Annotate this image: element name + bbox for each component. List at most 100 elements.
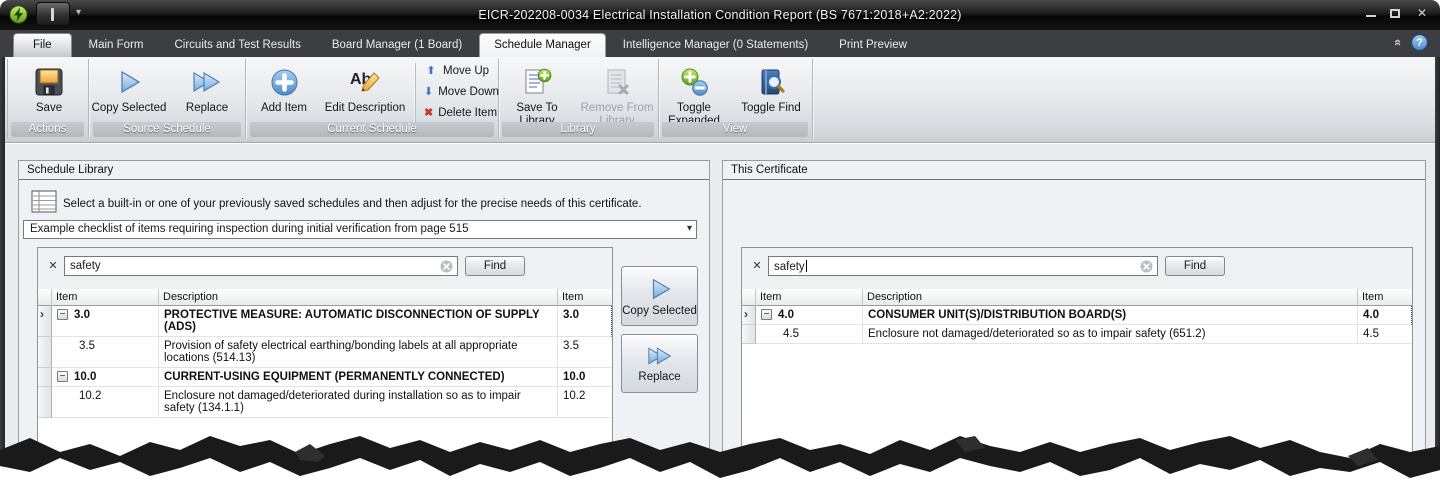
item-cell: 4.0 — [1358, 306, 1412, 325]
quick-access-dropdown-icon[interactable]: ▾ — [76, 7, 81, 18]
find-button[interactable]: Find — [465, 256, 525, 276]
column-header-item[interactable]: Item — [52, 289, 159, 306]
item-cell: 3.0 — [558, 306, 612, 337]
column-header-description[interactable]: Description — [159, 289, 558, 306]
tab-schedule-manager[interactable]: Schedule Manager — [479, 33, 606, 57]
save-to-library-button[interactable]: Save To Library — [501, 62, 573, 128]
description-cell: PROTECTIVE MEASURE: AUTOMATIC DISCONNECT… — [159, 306, 558, 337]
toggle-expanded-button[interactable]: Toggle Expanded — [661, 62, 727, 128]
move-up-button[interactable]: ⬆ Move Up — [424, 63, 493, 79]
double-arrow-right-icon — [647, 347, 671, 365]
item-cell: −4.0 — [756, 306, 863, 325]
ribbon-tab-strip: File Main Form Circuits and Test Results… — [0, 30, 1440, 57]
button-label: Move Down — [438, 86, 499, 98]
clear-input-icon[interactable] — [440, 260, 453, 273]
replace-button[interactable]: Replace — [168, 62, 246, 115]
column-header-selector[interactable] — [742, 289, 756, 306]
button-label: Edit Description — [324, 102, 406, 114]
close-search-icon[interactable]: ✕ — [46, 259, 60, 273]
description-cell: CURRENT-USING EQUIPMENT (PERMANENTLY CON… — [159, 368, 558, 387]
row-pointer: › — [742, 306, 756, 325]
close-search-icon[interactable]: ✕ — [750, 259, 764, 273]
collapse-ribbon-icon[interactable]: « — [1391, 39, 1406, 46]
schedule-list-icon — [31, 190, 57, 213]
book-search-icon — [761, 69, 785, 94]
ribbon: Save Actions Copy Selected Replace Sourc… — [5, 57, 1435, 143]
description-cell: Enclosure not damaged/deteriorated so as… — [863, 325, 1358, 344]
move-down-icon: ⬇ — [424, 86, 434, 98]
column-header-item[interactable]: Item — [756, 289, 863, 306]
button-label: Add Item — [260, 102, 308, 114]
help-icon[interactable]: ? — [1411, 34, 1428, 51]
maximize-button[interactable] — [1390, 8, 1400, 18]
clear-input-icon[interactable] — [1140, 260, 1153, 273]
search-input[interactable]: safety — [64, 256, 458, 276]
button-label: Copy Selected — [622, 304, 697, 317]
save-button[interactable]: Save — [10, 62, 88, 115]
group-label-actions: Actions — [11, 122, 84, 137]
text-caret — [805, 260, 807, 272]
replace-panel-button[interactable]: Replace — [621, 334, 698, 393]
move-down-button[interactable]: ⬇ Move Down — [424, 84, 499, 100]
ribbon-group-source-schedule: Copy Selected Replace Source Schedule — [90, 59, 246, 138]
certificate-list-box: ✕ safety Find Item Description Item › − … — [741, 247, 1413, 481]
schedule-library-panel: Schedule Library Select a built-in or on… — [18, 160, 710, 482]
double-arrow-right-icon — [193, 71, 221, 93]
description-cell: Provision of safety electrical earthing/… — [159, 337, 558, 368]
item-cell: 3.5 — [52, 337, 159, 368]
group-label-current-schedule: Current Schedule — [250, 122, 494, 137]
tab-board-manager[interactable]: Board Manager (1 Board) — [318, 34, 476, 57]
group-label-library: Library — [502, 122, 654, 137]
add-item-button[interactable]: Add Item — [249, 62, 319, 115]
tab-intelligence-manager[interactable]: Intelligence Manager (0 Statements) — [609, 34, 822, 57]
toggle-find-button[interactable]: Toggle Find — [735, 62, 807, 115]
quick-access-toolbar[interactable] — [36, 2, 70, 26]
column-header-selector[interactable] — [38, 289, 52, 306]
collapse-box-icon[interactable]: − — [57, 309, 68, 320]
title-bar: ▾ EICR-202208-0034 Electrical Installati… — [0, 0, 1440, 30]
column-header-description[interactable]: Description — [863, 289, 1358, 306]
schedule-dropdown[interactable]: Example checklist of items requiring ins… — [23, 220, 697, 239]
search-input[interactable]: safety — [768, 256, 1158, 276]
ribbon-group-actions: Save Actions — [7, 59, 89, 138]
document-remove-icon — [607, 69, 629, 94]
tab-file[interactable]: File — [13, 33, 72, 57]
panel-title: This Certificate — [723, 161, 1425, 180]
window-border-right — [1435, 57, 1440, 488]
delete-item-button[interactable]: ✖ Delete Item — [424, 105, 497, 121]
search-value: safety — [70, 260, 101, 272]
tab-circuits-and-test-results[interactable]: Circuits and Test Results — [160, 34, 314, 57]
column-header-item2[interactable]: Item — [1358, 289, 1412, 306]
chevron-down-icon: ▾ — [686, 223, 692, 234]
description-cell: Enclosure not damaged/deteriorated durin… — [159, 387, 558, 418]
application-window: ▾ EICR-202208-0034 Electrical Installati… — [0, 0, 1440, 488]
row-selector — [742, 325, 756, 344]
item-cell: 4.5 — [1358, 325, 1412, 344]
find-button[interactable]: Find — [1165, 256, 1225, 276]
add-circle-icon — [271, 69, 297, 95]
button-label: Replace — [638, 371, 681, 383]
app-icon[interactable] — [9, 5, 28, 24]
this-certificate-panel: This Certificate ✕ safety Find Item Desc… — [722, 160, 1426, 482]
button-label: Save — [35, 102, 63, 114]
button-label: Delete Item — [438, 107, 498, 119]
minimize-button[interactable] — [1366, 9, 1376, 17]
plus-minus-circles-icon — [681, 68, 708, 96]
copy-selected-panel-button[interactable]: Copy Selected — [621, 266, 698, 326]
item-cell: 10.0 — [558, 368, 612, 387]
copy-selected-button[interactable]: Copy Selected — [90, 62, 168, 115]
tab-main-form[interactable]: Main Form — [75, 34, 158, 57]
collapse-box-icon[interactable]: − — [57, 371, 68, 382]
content-area: Schedule Library Select a built-in or on… — [5, 144, 1435, 488]
edit-description-button[interactable]: Ab Edit Description — [319, 62, 411, 115]
description-cell: CONSUMER UNIT(S)/DISTRIBUTION BOARD(S) — [863, 306, 1358, 325]
button-label: Toggle Find — [741, 102, 801, 114]
floppy-disk-icon — [35, 68, 63, 96]
collapse-box-icon[interactable]: − — [761, 309, 772, 320]
ribbon-group-view: Toggle Expanded Toggle Find View — [659, 59, 813, 138]
tab-print-preview[interactable]: Print Preview — [825, 34, 921, 57]
button-label: Move Up — [443, 65, 490, 77]
column-header-item2[interactable]: Item — [558, 289, 612, 306]
remove-from-library-button[interactable]: Remove From Library — [577, 62, 657, 128]
close-button[interactable]: ✕ — [1414, 6, 1430, 20]
